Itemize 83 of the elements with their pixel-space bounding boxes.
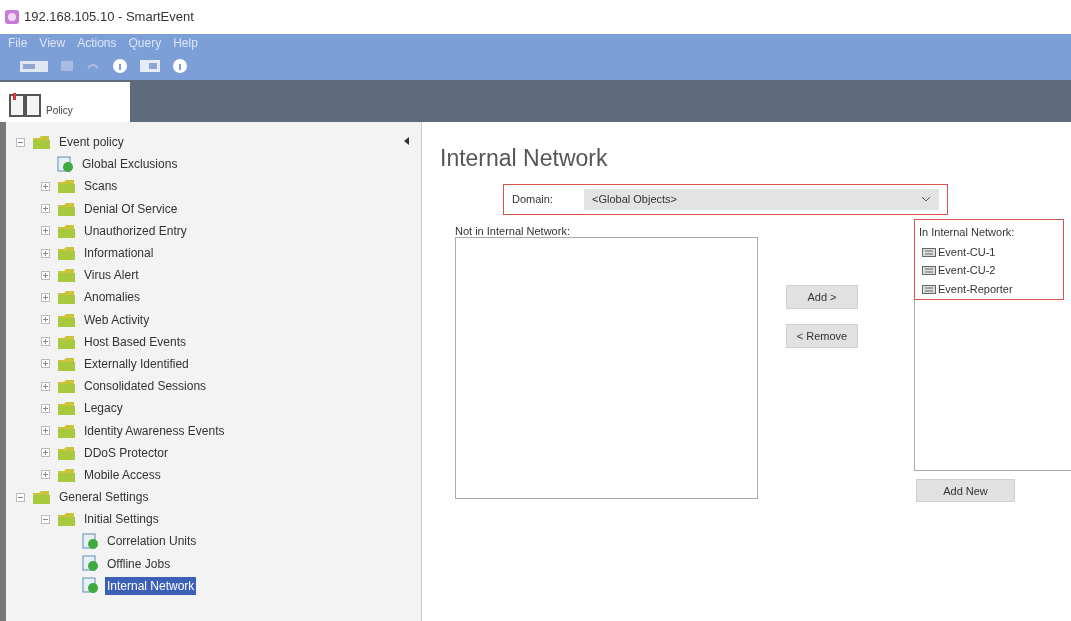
expand-box-icon[interactable] (41, 426, 50, 436)
folder-icon (57, 200, 76, 217)
page-icon (82, 555, 99, 573)
tree-item[interactable]: Externally Identified (82, 354, 191, 373)
folder-icon (57, 289, 76, 306)
expand-box-icon[interactable] (41, 292, 50, 302)
tree-item[interactable]: Unauthorized Entry (82, 221, 189, 240)
add-new-button[interactable]: Add New (916, 479, 1015, 503)
remove-button[interactable]: < Remove (786, 323, 858, 348)
tree-item[interactable]: Global Exclusions (80, 155, 180, 174)
tree-item[interactable]: Mobile Access (82, 465, 163, 484)
view-icon[interactable] (20, 59, 48, 73)
window-title: 192.168.105.10 - SmartEvent (24, 8, 194, 27)
folder-icon (57, 355, 76, 372)
tree-item[interactable]: Web Activity (82, 310, 152, 329)
tree-item[interactable]: Initial Settings (82, 510, 161, 529)
folder-icon (57, 178, 76, 195)
book-icon (8, 92, 42, 118)
page-icon (82, 577, 99, 595)
expand-box-icon[interactable] (41, 248, 50, 258)
expand-box-icon[interactable] (41, 381, 50, 391)
collapse-box-icon[interactable] (41, 514, 50, 524)
folder-icon (57, 466, 76, 483)
add-button[interactable]: Add > (786, 284, 858, 309)
tree-item[interactable]: Internal Network (105, 576, 197, 595)
folder-icon (57, 511, 76, 528)
policy-tab[interactable]: Policy (0, 82, 130, 122)
tree-item[interactable]: Informational (82, 244, 156, 263)
tree-item[interactable]: Virus Alert (82, 266, 141, 285)
tree-item[interactable]: Scans (82, 177, 120, 196)
expand-box-icon[interactable] (41, 270, 50, 280)
tree-item[interactable]: DDoS Protector (82, 443, 171, 462)
tree-item[interactable]: Anomalies (82, 288, 143, 307)
page-title: Internal Network (440, 144, 609, 173)
info-icon[interactable] (112, 58, 128, 74)
chevron-down-icon (921, 196, 931, 203)
expand-box-icon[interactable] (41, 337, 50, 347)
folder-icon (57, 444, 76, 461)
folder-icon (57, 378, 76, 395)
list-item[interactable]: Event-Reporter (938, 280, 1013, 298)
tree-item[interactable]: Host Based Events (82, 332, 189, 351)
field-label: Domain: (512, 192, 554, 207)
list-label: Not in Internal Network: (455, 223, 571, 237)
folder-icon (57, 245, 76, 262)
server-icon (922, 247, 936, 257)
domain-dropdown[interactable]: <Global Objects> (584, 188, 939, 210)
list-item[interactable]: Event-CU-2 (938, 262, 996, 279)
app-icon (4, 9, 20, 25)
server-icon (922, 266, 936, 275)
tree-item[interactable]: Legacy (82, 399, 125, 418)
tree-item[interactable]: Correlation Units (105, 532, 199, 551)
list-label: In Internal Network: (919, 224, 1016, 240)
expand-box-icon[interactable] (41, 181, 50, 191)
page-icon (57, 155, 74, 173)
expand-box-icon[interactable] (41, 315, 50, 325)
tree-item[interactable]: Denial Of Service (82, 199, 180, 218)
folder-icon (57, 422, 76, 439)
page-icon (82, 532, 99, 550)
tree-item[interactable]: Event policy (57, 133, 126, 152)
folder-icon (32, 489, 51, 506)
folder-icon (57, 267, 76, 284)
folder-icon (57, 333, 76, 350)
folder-icon (32, 134, 51, 151)
expand-box-icon[interactable] (41, 226, 50, 236)
window-icon[interactable] (140, 59, 160, 73)
folder-icon (57, 311, 76, 328)
expand-box-icon[interactable] (41, 204, 50, 214)
server-icon (922, 284, 936, 294)
tree-item[interactable]: Consolidated Sessions (82, 377, 209, 396)
collapse-box-icon[interactable] (16, 137, 25, 147)
expand-box-icon[interactable] (41, 448, 50, 458)
collapse-box-icon[interactable] (16, 492, 25, 502)
tree-item[interactable]: General Settings (57, 488, 151, 507)
tree-item[interactable]: Identity Awareness Events (82, 421, 227, 440)
info-icon[interactable] (172, 58, 188, 74)
expand-box-icon[interactable] (41, 359, 50, 369)
tree-item[interactable]: Offline Jobs (105, 554, 173, 573)
folder-icon (57, 400, 76, 417)
expand-box-icon[interactable] (41, 470, 50, 480)
expand-box-icon[interactable] (41, 403, 50, 413)
list-item[interactable]: Event-CU-1 (938, 243, 996, 261)
folder-icon (57, 222, 76, 239)
collapse-icon[interactable] (402, 136, 410, 146)
